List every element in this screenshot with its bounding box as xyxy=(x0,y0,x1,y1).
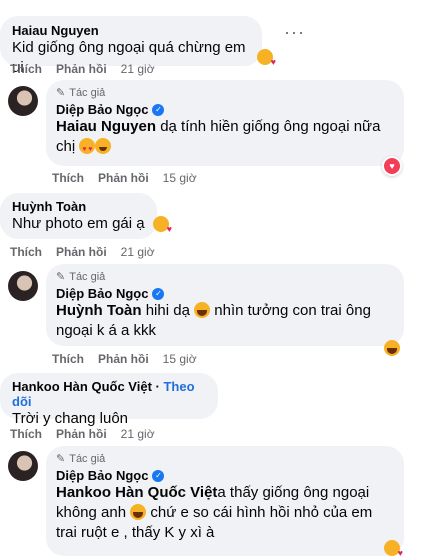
comment-bubble: Hankoo Hàn Quốc Việt · Theo dõi Trời y c… xyxy=(0,373,218,427)
reply-text: Huỳnh Toàn hihi dạ nhìn tưởng con trai ô… xyxy=(56,302,371,339)
like-button[interactable]: Thích xyxy=(10,427,42,441)
more-options-icon[interactable]: ··· xyxy=(284,22,305,43)
reply-bubble: ✎ Tác giả Diệp Bảo Ngọc ✓ Huỳnh Toàn hihi … xyxy=(46,264,404,346)
avatar[interactable] xyxy=(8,271,38,301)
comment-text: Như photo em gái ạ xyxy=(12,215,145,232)
timestamp[interactable]: 21 giờ xyxy=(121,62,155,76)
reply-actions: Thích Phản hồi 15 giờ xyxy=(52,171,197,185)
author-name[interactable]: Diệp Bảo Ngọc ✓ xyxy=(56,102,394,117)
comment-text: Trời y chang luôn xyxy=(12,410,129,427)
avatar[interactable] xyxy=(8,86,38,116)
commenter-name[interactable]: Haiau Nguyen xyxy=(12,23,250,38)
reply-actions: Thích Phản hồi 15 giờ xyxy=(52,352,197,366)
timestamp[interactable]: 15 giờ xyxy=(163,171,197,185)
verified-badge-icon: ✓ xyxy=(152,103,165,116)
reply-bubble: ✎ Tác giả Diệp Bảo Ngọc ✓ Haiau Nguyen dạ … xyxy=(46,80,404,166)
author-badge: ✎ Tác giả xyxy=(56,270,106,284)
laugh-emoji-icon xyxy=(130,504,147,520)
heart-eyes-emoji-icon xyxy=(79,138,96,160)
timestamp[interactable]: 21 giờ xyxy=(121,427,155,441)
reply-button[interactable]: Phản hồi xyxy=(98,352,149,366)
author-name[interactable]: Diệp Bảo Ngọc ✓ xyxy=(56,286,394,301)
timestamp[interactable]: 21 giờ xyxy=(121,245,155,259)
comment-bubble: Huỳnh Toàn Như photo em gái ạ xyxy=(0,193,157,239)
heart-icon: ♥ xyxy=(384,158,400,174)
kiss-emoji-icon xyxy=(384,540,403,556)
like-button[interactable]: Thích xyxy=(10,62,42,76)
comment-bubble: Haiau Nguyen Kid giống ông ngoại quá chừ… xyxy=(0,16,262,76)
reaction-heart[interactable]: ♥ xyxy=(382,156,402,176)
comment-actions: Thích Phản hồi 21 giờ xyxy=(10,427,155,441)
reply-button[interactable]: Phản hồi xyxy=(56,245,107,259)
verified-badge-icon: ✓ xyxy=(152,469,165,482)
kiss-emoji-icon xyxy=(257,49,276,67)
mention-link[interactable]: Haiau Nguyen xyxy=(56,118,156,135)
author-name[interactable]: Diệp Bảo Ngọc ✓ xyxy=(56,468,394,483)
pen-icon: ✎ xyxy=(56,271,66,283)
reply-button[interactable]: Phản hồi xyxy=(56,62,107,76)
kiss-emoji-icon xyxy=(153,216,172,234)
timestamp[interactable]: 15 giờ xyxy=(163,352,197,366)
author-badge: ✎ Tác giả xyxy=(56,86,106,100)
like-button[interactable]: Thích xyxy=(10,245,42,259)
like-button[interactable]: Thích xyxy=(52,352,84,366)
comment-actions: Thích Phản hồi 21 giờ xyxy=(10,62,155,76)
grin-emoji-icon xyxy=(95,138,112,154)
avatar[interactable] xyxy=(8,451,38,481)
mention-link[interactable]: Hankoo Hàn Quốc Việt xyxy=(56,484,217,501)
commenter-name: Hankoo Hàn Quốc Việt · Theo dõi xyxy=(12,379,195,409)
like-button[interactable]: Thích xyxy=(52,171,84,185)
verified-badge-icon: ✓ xyxy=(152,287,165,300)
laugh-emoji-icon xyxy=(384,340,400,356)
reply-text: Haiau Nguyen dạ tính hiền giống ông ngoạ… xyxy=(56,117,394,160)
commenter-name[interactable]: Huỳnh Toàn xyxy=(12,199,145,214)
author-badge: ✎ Tác giả xyxy=(56,452,106,466)
reply-text: Hankoo Hàn Quốc Việta thấy giống ông ngo… xyxy=(56,484,373,541)
laugh-emoji-icon xyxy=(194,302,211,318)
comment-actions: Thích Phản hồi 21 giờ xyxy=(10,245,155,259)
pen-icon: ✎ xyxy=(56,453,66,465)
mention-link[interactable]: Huỳnh Toàn xyxy=(56,302,142,319)
reply-button[interactable]: Phản hồi xyxy=(98,171,149,185)
pen-icon: ✎ xyxy=(56,87,66,99)
reply-button[interactable]: Phản hồi xyxy=(56,427,107,441)
reply-bubble: ✎ Tác giả Diệp Bảo Ngọc ✓ Hankoo Hàn Quốc … xyxy=(46,446,404,556)
